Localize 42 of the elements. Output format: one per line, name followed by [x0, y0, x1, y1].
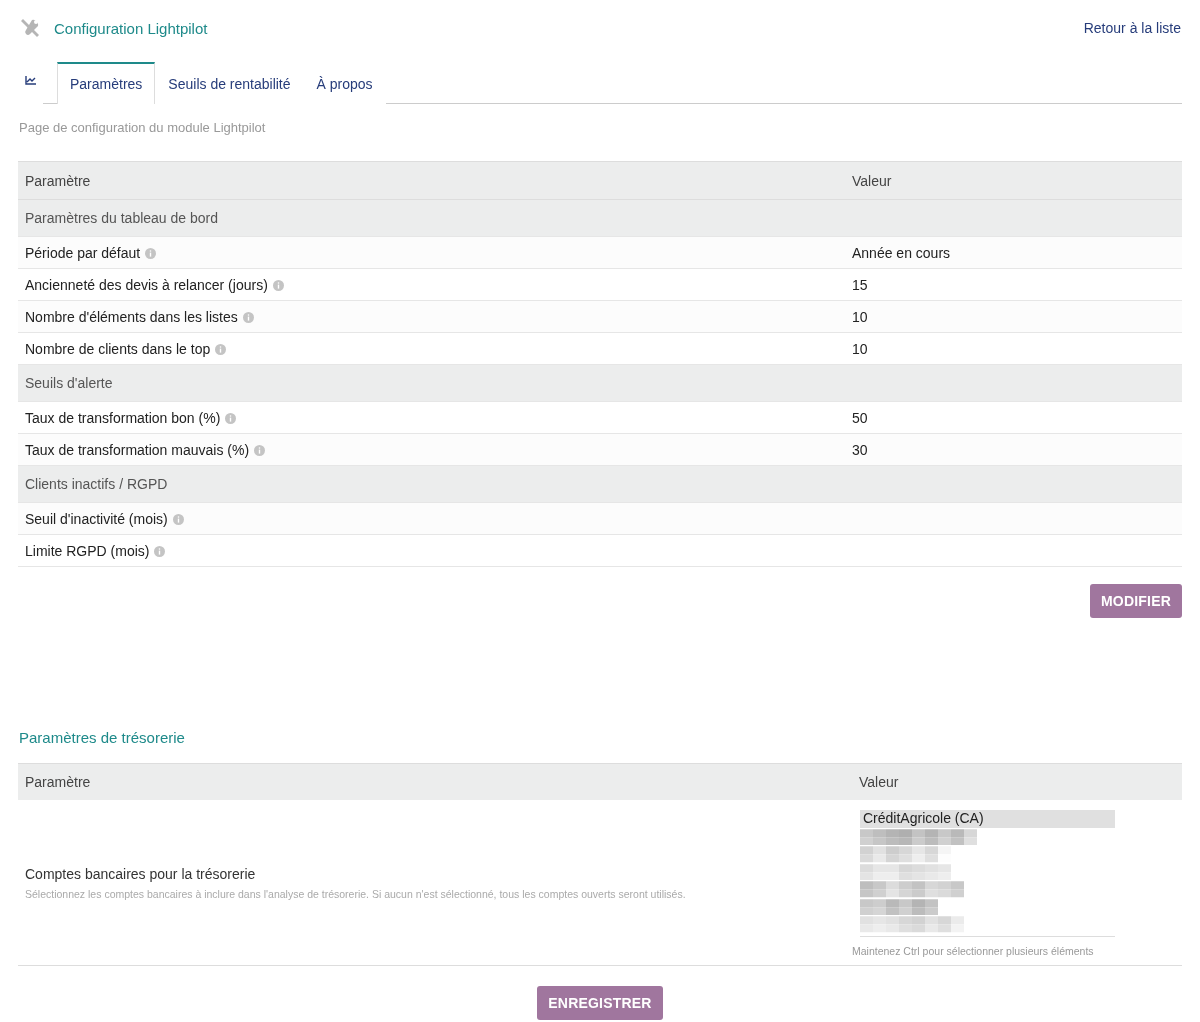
section-title: Seuils d'alerte	[24, 375, 114, 391]
column-header: Valeur	[851, 172, 893, 189]
parameter-label: Comptes bancaires pour la trésorerie	[25, 865, 256, 882]
info-icon	[154, 545, 166, 557]
parameter-value: 10	[851, 340, 869, 357]
account-option[interactable]: CréditAgricole (CA)	[860, 810, 1115, 828]
hint-text: Maintenez Ctrl pour sélectionner plusieurs éléments	[852, 944, 1095, 957]
parameter-value: 30	[851, 441, 869, 458]
info-icon	[215, 343, 227, 355]
save-button[interactable]: ENREGISTRER	[537, 986, 663, 1020]
parameter-value: Année en cours	[851, 244, 952, 261]
parameter-value: 10	[851, 308, 869, 325]
info-icon	[254, 444, 266, 456]
column-header: Paramètre	[24, 172, 92, 189]
section-title: Paramètres de trésorerie	[18, 729, 186, 748]
info-icon	[145, 247, 157, 259]
section-title: Paramètres du tableau de bord	[24, 210, 219, 226]
parameter-value: 15	[851, 276, 869, 293]
chart-icon	[25, 76, 36, 85]
parameter-label: Taux de transformation mauvais (%)	[25, 441, 250, 458]
tab[interactable]: Paramètres	[57, 62, 156, 104]
parameter-label: Taux de transformation bon (%)	[25, 409, 221, 426]
section-title: Clients inactifs / RGPD	[24, 476, 169, 492]
account-list[interactable]: CréditAgricole (CA)	[860, 808, 1115, 937]
modify-button[interactable]: MODIFIER	[1089, 584, 1182, 618]
parameter-label: Seuil d'inactivité (mois)	[25, 510, 168, 527]
info-icon	[172, 513, 184, 525]
info-icon	[242, 311, 254, 323]
info-icon	[225, 412, 237, 424]
page-subtitle: Page de configuration du module Lightpilot	[18, 120, 267, 135]
parameter-label: Ancienneté des devis à relancer (jours)	[25, 276, 268, 293]
parameter-label: Limite RGPD (mois)	[25, 542, 150, 559]
parameter-label: Nombre d'éléments dans les listes	[25, 308, 238, 325]
parameter-value: 50	[851, 409, 869, 426]
back-link[interactable]: Retour à la liste	[1083, 20, 1181, 36]
column-header: Valeur	[858, 774, 900, 790]
parameter-label: Nombre de clients dans le top	[25, 340, 211, 357]
info-icon	[272, 279, 284, 291]
page-title: Configuration Lightpilot	[54, 19, 208, 37]
column-header: Paramètre	[24, 774, 92, 790]
help-text: Sélectionnez les comptes bancaires à inclure dans l'analyse de trésorerie. Si aucun n'est sélectionné, tous les comptes ouverts seront utilisés.	[25, 887, 687, 900]
parameter-label: Période par défaut	[25, 244, 141, 261]
